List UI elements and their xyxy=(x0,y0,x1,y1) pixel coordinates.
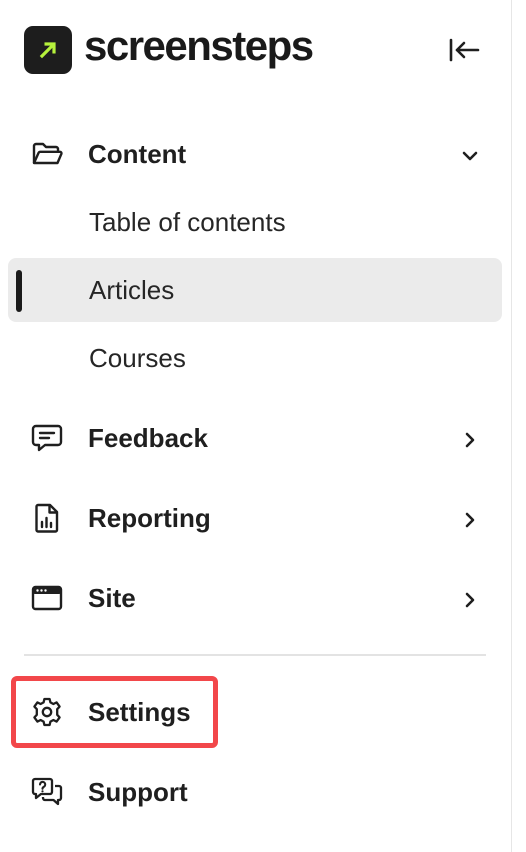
collapse-left-icon xyxy=(449,38,480,62)
sidebar-header: screensteps xyxy=(24,22,494,76)
nav-item-support[interactable]: Support xyxy=(0,764,512,820)
nav-item-reporting-label: Reporting xyxy=(88,503,211,533)
arrow-up-right-icon xyxy=(39,42,56,59)
chevron-right-icon xyxy=(465,432,475,448)
chevron-right-icon xyxy=(465,512,475,528)
message-icon xyxy=(31,424,63,452)
nav-item-feedback[interactable]: Feedback xyxy=(0,410,512,466)
report-file-icon xyxy=(35,503,59,533)
gear-icon xyxy=(33,697,61,727)
sub-item-label: Table of contents xyxy=(89,207,286,237)
nav-item-content[interactable]: Content xyxy=(0,126,512,182)
nav-item-site-label: Site xyxy=(88,583,136,613)
sub-item-table-of-contents[interactable]: Table of contents xyxy=(8,190,502,254)
sidebar: screensteps Content Table of contents Ar… xyxy=(0,0,512,852)
sidebar-divider xyxy=(24,654,486,656)
folder-open-icon xyxy=(32,142,63,165)
active-indicator xyxy=(16,270,22,312)
nav-item-support-label: Support xyxy=(88,777,188,807)
sub-item-label: Courses xyxy=(89,343,186,373)
sub-item-label: Articles xyxy=(89,275,175,305)
logo-mark xyxy=(24,26,72,74)
collapse-sidebar-button[interactable] xyxy=(444,32,484,68)
nav-item-reporting[interactable]: Reporting xyxy=(0,490,512,546)
chevron-down-icon xyxy=(462,151,478,161)
brand-name: screensteps xyxy=(84,22,314,69)
sub-item-articles[interactable]: Articles xyxy=(8,258,502,322)
chevron-right-icon xyxy=(465,592,475,608)
nav-item-feedback-label: Feedback xyxy=(88,423,208,453)
nav-item-settings-label: Settings xyxy=(88,697,191,727)
help-chat-icon xyxy=(31,777,63,806)
sub-item-courses[interactable]: Courses xyxy=(8,326,502,390)
browser-window-icon xyxy=(31,585,63,611)
nav-item-settings[interactable]: Settings xyxy=(0,684,512,740)
nav-item-content-label: Content xyxy=(88,139,187,169)
nav-item-site[interactable]: Site xyxy=(0,570,512,626)
